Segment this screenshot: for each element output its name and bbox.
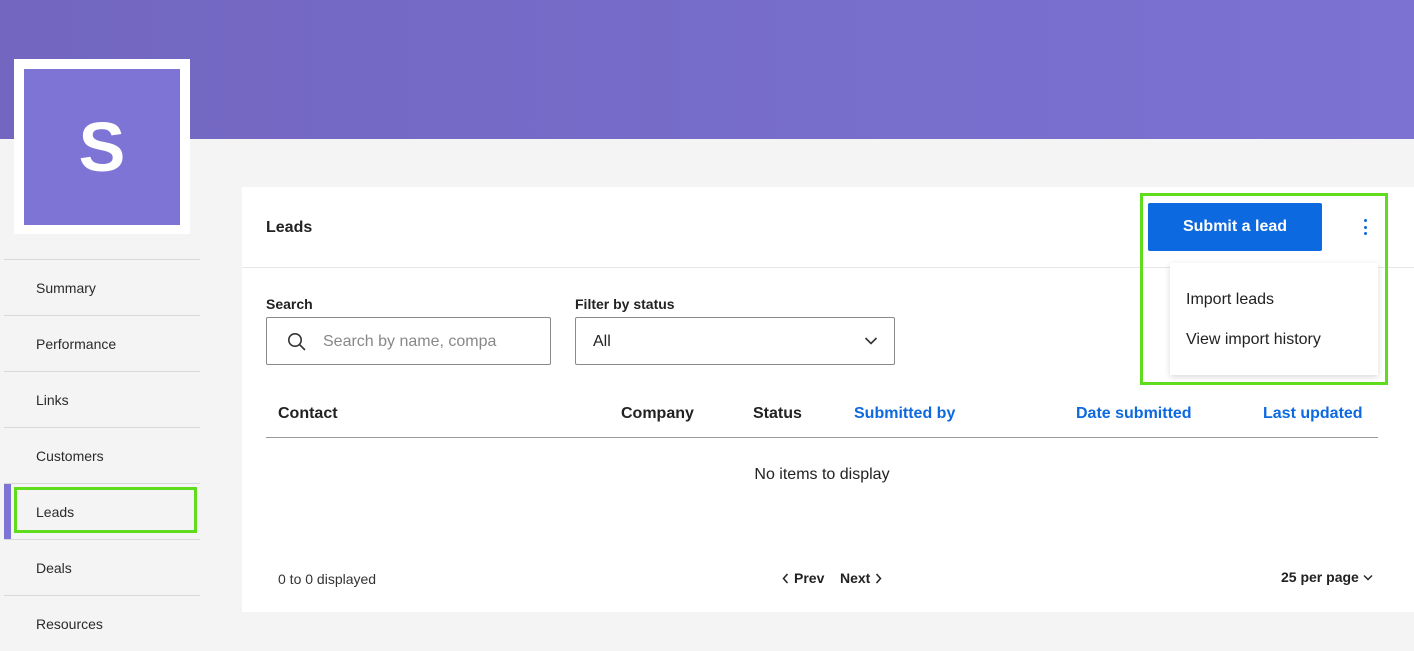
leads-card: Leads Submit a lead Import leads View im…	[242, 187, 1414, 612]
sidebar-item-label: Leads	[36, 503, 75, 520]
sidebar-item-label: Customers	[36, 447, 104, 464]
sidebar-item-label: Summary	[36, 279, 96, 296]
sidebar-item-deals[interactable]: Deals	[4, 539, 200, 595]
sidebar-item-label: Links	[36, 391, 69, 408]
sidebar-item-resources[interactable]: Resources	[4, 595, 200, 651]
chevron-right-icon	[876, 573, 882, 583]
column-header-contact: Contact	[278, 405, 338, 422]
page-title: Leads	[266, 219, 313, 236]
search-icon	[288, 333, 306, 351]
card-header: Leads Submit a lead	[242, 187, 1414, 268]
next-label: Next	[840, 570, 871, 586]
sidebar-item-label: Resources	[36, 615, 103, 632]
chevron-left-icon	[782, 573, 789, 583]
sidebar-item-leads[interactable]: Leads	[4, 483, 200, 539]
status-filter-select[interactable]: All	[575, 317, 895, 365]
search-field[interactable]	[266, 317, 551, 365]
table-divider	[266, 437, 1378, 438]
sidebar-nav: Summary Performance Links Customers Lead…	[4, 259, 200, 651]
chevron-down-icon	[864, 337, 878, 345]
column-header-status: Status	[753, 405, 802, 422]
search-input[interactable]	[323, 330, 533, 354]
filter-status-label: Filter by status	[575, 296, 675, 312]
per-page-select[interactable]: 25 per page	[1281, 569, 1373, 585]
search-label: Search	[266, 296, 313, 312]
header-banner	[0, 0, 1414, 139]
sidebar-item-summary[interactable]: Summary	[4, 259, 200, 315]
company-logo: S	[24, 69, 180, 225]
next-page-button[interactable]: Next	[840, 570, 882, 586]
logo-frame: S	[14, 59, 190, 234]
column-header-submitted-by[interactable]: Submitted by	[854, 405, 955, 423]
sidebar-item-links[interactable]: Links	[4, 371, 200, 427]
status-filter-value: All	[593, 333, 611, 350]
sidebar-item-label: Performance	[36, 335, 117, 352]
prev-page-button[interactable]: Prev	[782, 570, 824, 586]
chevron-down-icon	[1363, 574, 1373, 580]
sidebar-item-label: Deals	[36, 559, 72, 576]
menu-item-import-leads[interactable]: Import leads	[1186, 291, 1274, 309]
kebab-vertical-icon[interactable]	[1354, 216, 1376, 238]
more-actions-menu: Import leads View import history	[1170, 263, 1378, 375]
menu-item-view-import-history[interactable]: View import history	[1186, 331, 1321, 349]
per-page-label: 25 per page	[1281, 569, 1359, 585]
sidebar-item-customers[interactable]: Customers	[4, 427, 200, 483]
column-header-last-updated[interactable]: Last updated	[1263, 405, 1363, 423]
column-header-date-submitted[interactable]: Date submitted	[1076, 405, 1192, 423]
submit-lead-button[interactable]: Submit a lead	[1148, 203, 1322, 251]
prev-label: Prev	[794, 570, 825, 586]
empty-state-text: No items to display	[754, 466, 890, 483]
results-count: 0 to 0 displayed	[278, 571, 377, 587]
sidebar-item-performance[interactable]: Performance	[4, 315, 200, 371]
column-header-company: Company	[621, 405, 694, 422]
